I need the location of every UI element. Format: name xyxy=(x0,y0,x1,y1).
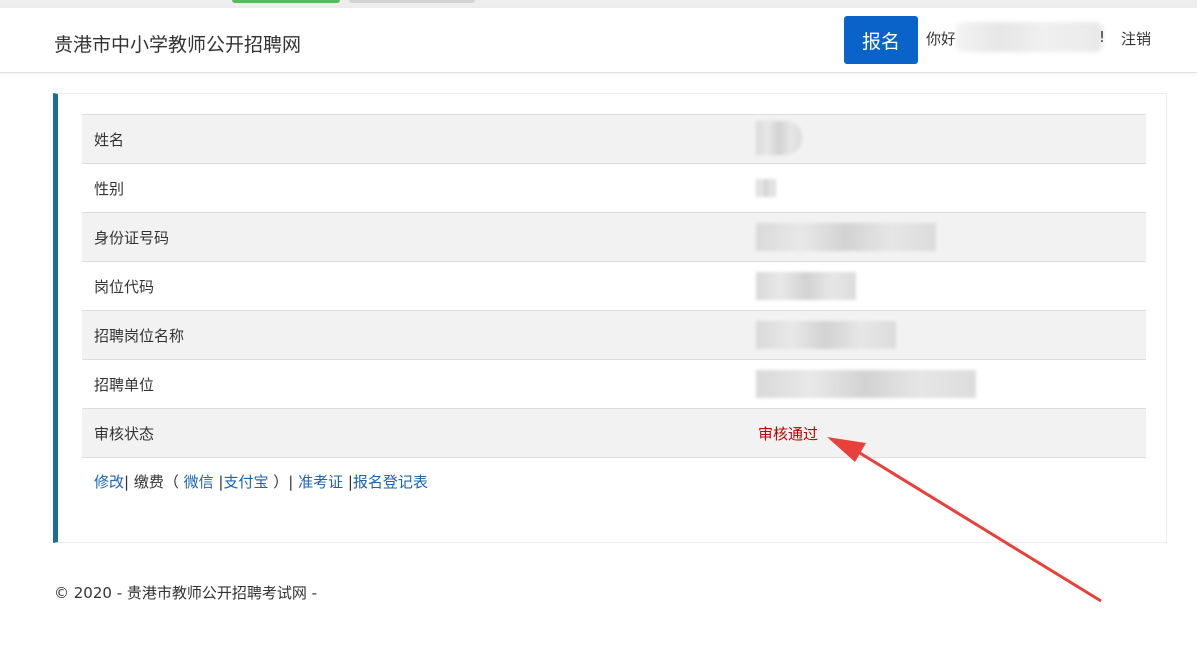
annotation-arrow-head xyxy=(827,437,866,462)
annotation-arrow-shaft xyxy=(849,445,1102,603)
annotation-arrow xyxy=(827,437,1102,603)
